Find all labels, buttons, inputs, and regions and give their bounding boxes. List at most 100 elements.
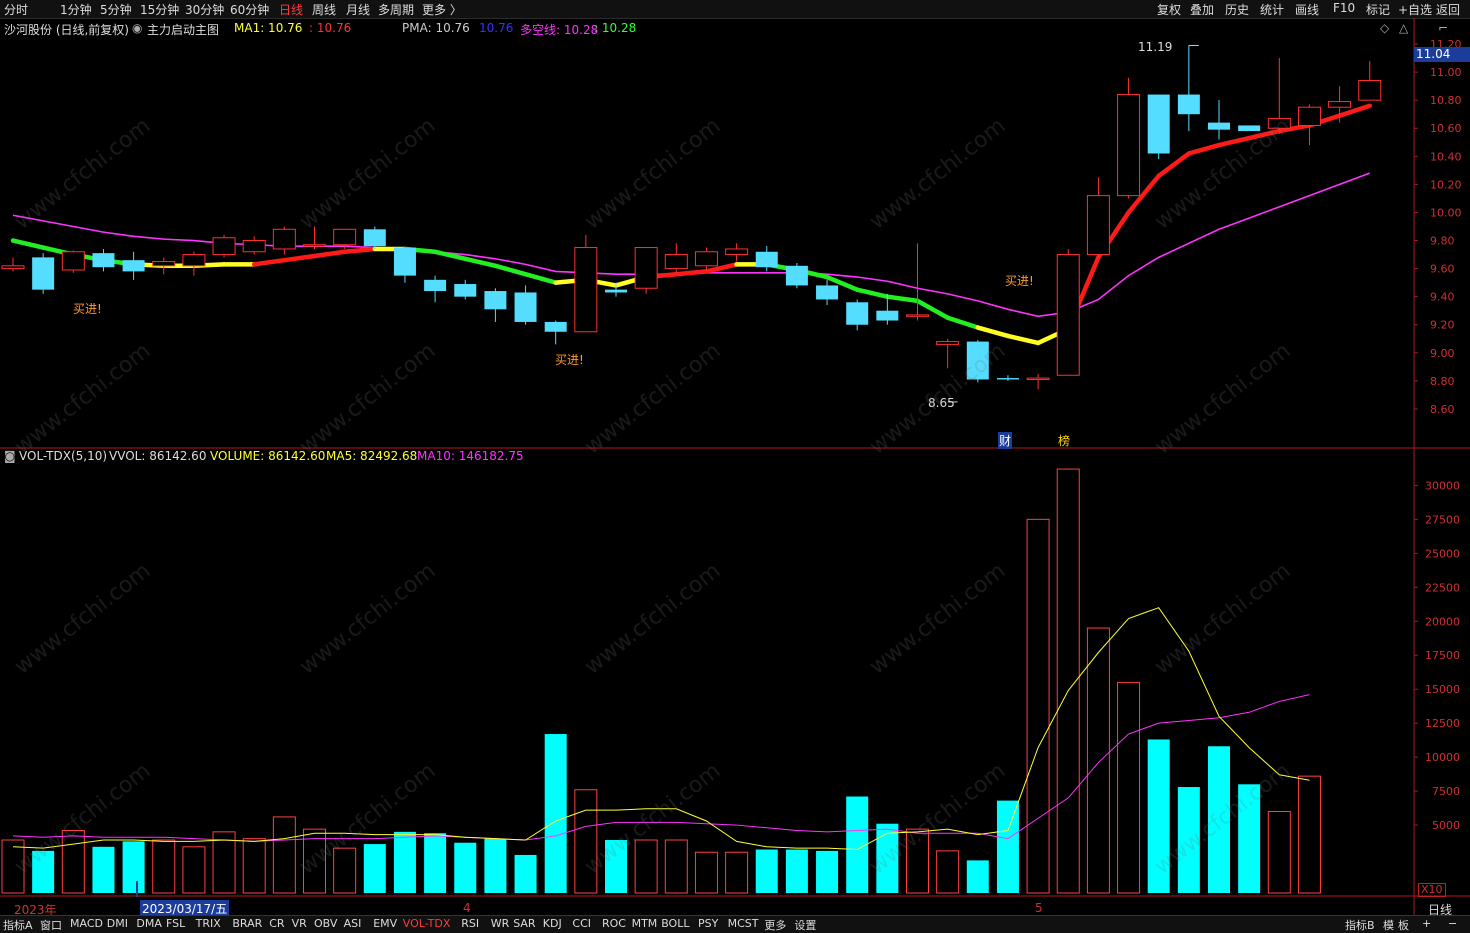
candle-body-up xyxy=(694,251,718,267)
toolbar-tool-5[interactable]: F10 xyxy=(1333,1,1355,15)
toolbar-tool-3[interactable]: 统计 xyxy=(1260,1,1284,18)
indicator-tab-10[interactable]: ASI xyxy=(344,917,362,930)
candle-body-down xyxy=(1177,94,1200,115)
indicator-tab-19[interactable]: MTM xyxy=(632,917,658,930)
period-tab-0[interactable]: 分时 xyxy=(4,1,28,18)
candle-body-up xyxy=(906,314,929,317)
indicator-tab-2[interactable]: DMI xyxy=(107,917,128,930)
indicator-tab-23[interactable]: 更多 xyxy=(764,917,786,933)
finance-marker[interactable]: 财 xyxy=(998,432,1013,449)
period-tab-10[interactable]: 更多 〉 xyxy=(422,1,462,18)
toolbar-tool-4[interactable]: 画线 xyxy=(1295,1,1319,18)
indicator-tab-18[interactable]: ROC xyxy=(602,917,626,930)
indicator-tab-24[interactable]: 设置 xyxy=(794,917,816,933)
price-tick-label: 10.40 xyxy=(1430,150,1462,163)
toolbar-tool-1[interactable]: 叠加 xyxy=(1190,1,1214,18)
volume-bar-down xyxy=(996,800,1019,893)
ma1-segment xyxy=(312,249,347,259)
indicator-right-0[interactable]: 指标B xyxy=(1345,917,1375,933)
toolbar-tool-8[interactable]: 返回 xyxy=(1436,1,1460,18)
indicator-tab-14[interactable]: WR xyxy=(491,917,510,930)
indicator-tab-12[interactable]: VOL-TDX xyxy=(403,917,451,930)
candle-body-down xyxy=(363,229,386,247)
price-tick-label: 9.20 xyxy=(1430,319,1455,332)
indicator-tab-3[interactable]: DMA xyxy=(136,917,162,930)
indicator-tab-6[interactable]: BRAR xyxy=(232,917,262,930)
indicator-dot-icon[interactable]: ◉ xyxy=(132,21,142,35)
candle-body-up xyxy=(1297,106,1321,126)
period-tab-6[interactable]: 日线 xyxy=(279,1,303,18)
indicator-tab-0[interactable]: 窗口 xyxy=(40,917,62,933)
candle-body-down xyxy=(1147,94,1170,154)
candle-body-down xyxy=(755,251,778,268)
zoom-icon[interactable]: ⌐ xyxy=(1438,21,1448,35)
indicator-a-button[interactable]: 指标A xyxy=(3,917,33,933)
indicator-tab-1[interactable]: MACD xyxy=(70,917,103,930)
volume-bar-down xyxy=(32,850,55,893)
indicator-right-4[interactable]: − xyxy=(1448,917,1457,930)
period-tab-9[interactable]: 多周期 xyxy=(378,1,414,18)
indicator-tab-20[interactable]: BOLL xyxy=(661,917,689,930)
indicator-tab-15[interactable]: SAR xyxy=(513,917,535,930)
ma1-segment xyxy=(1005,333,1041,346)
indicator-right-2[interactable]: 板 xyxy=(1398,917,1409,933)
date-may-label: 5 xyxy=(1035,901,1043,915)
stock-chart[interactable]: 8.60 8.80 9.00 9.20 9.40 9.60 9.80 10.00 10.20 10… xyxy=(0,18,1470,915)
diamond-icon[interactable]: ◇ xyxy=(1380,21,1389,35)
indicator-tab-9[interactable]: OBV xyxy=(314,917,337,930)
toolbar-tool-2[interactable]: 历史 xyxy=(1225,1,1249,18)
indicator-right-1[interactable]: 模 xyxy=(1383,917,1394,933)
toolbar-tool-0[interactable]: 复权 xyxy=(1157,1,1181,18)
period-tab-7[interactable]: 周线 xyxy=(312,1,336,18)
toolbar-tool-7[interactable]: +自选 xyxy=(1398,1,1432,18)
ranking-marker[interactable]: 榜 xyxy=(1058,432,1070,449)
candle-body-down xyxy=(876,310,899,321)
price-tick-label: 8.60 xyxy=(1430,403,1455,416)
period-tab-8[interactable]: 月线 xyxy=(346,1,370,18)
volume-bar-up xyxy=(725,851,749,894)
indicator-tab-16[interactable]: KDJ xyxy=(543,917,562,930)
indicator-tab-11[interactable]: EMV xyxy=(373,917,397,930)
indicator-tab-4[interactable]: FSL xyxy=(166,917,185,930)
vol-ma5-label: MA5: 82492.68 xyxy=(326,449,418,463)
candle-body-up xyxy=(272,228,296,250)
vol-toggle-icon[interactable]: ◙ xyxy=(4,449,16,463)
period-tab-5[interactable]: 60分钟 xyxy=(230,1,269,18)
candle-body-up xyxy=(303,244,326,247)
candle-body-up xyxy=(634,247,658,289)
period-tab-4[interactable]: 30分钟 xyxy=(185,1,224,18)
volume-tick-label: 20000 xyxy=(1425,615,1460,628)
indicator-tab-5[interactable]: TRIX xyxy=(196,917,221,930)
indicator-tab-7[interactable]: CR xyxy=(269,917,284,930)
indicator-tab-17[interactable]: CCI xyxy=(572,917,591,930)
candle-body-down xyxy=(544,321,567,332)
candle-body-up xyxy=(212,237,236,256)
pma-value: 10.76 xyxy=(479,21,514,35)
candle-body-up xyxy=(61,251,85,271)
ma1-segment xyxy=(463,256,498,269)
indicator-tab-13[interactable]: RSI xyxy=(461,917,479,930)
indicator-tab-22[interactable]: MCST xyxy=(728,917,759,930)
vol-indicator-name[interactable]: VOL-TDX(5,10) xyxy=(19,449,107,463)
price-tick-label: 9.80 xyxy=(1430,235,1455,248)
ma1-segment xyxy=(342,246,378,255)
period-tab-3[interactable]: 15分钟 xyxy=(140,1,179,18)
up-arrow-icon[interactable]: △ xyxy=(1399,21,1408,35)
indicator-tab-21[interactable]: PSY xyxy=(698,917,718,930)
price-tick-label: 10.80 xyxy=(1430,94,1462,107)
toolbar-tool-6[interactable]: 标记 xyxy=(1366,1,1390,18)
period-tab-1[interactable]: 1分钟 xyxy=(60,1,92,18)
candle-body-down xyxy=(514,292,537,322)
candle-body-down xyxy=(122,260,145,272)
indicator-tab-8[interactable]: VR xyxy=(292,917,307,930)
ma1-segment xyxy=(523,271,558,285)
period-tab-2[interactable]: 5分钟 xyxy=(100,1,132,18)
indicator-right-3[interactable]: + xyxy=(1422,917,1431,930)
volume-tick-label: 22500 xyxy=(1425,581,1460,594)
volume-bar-up xyxy=(212,831,236,894)
indicator-name[interactable]: 主力启动主图 xyxy=(147,21,219,38)
ma1-segment xyxy=(854,287,890,299)
volume-bar-up xyxy=(1267,810,1291,894)
high-price-label: 11.19 xyxy=(1138,40,1173,54)
volume-tick-label: 12500 xyxy=(1425,717,1460,730)
